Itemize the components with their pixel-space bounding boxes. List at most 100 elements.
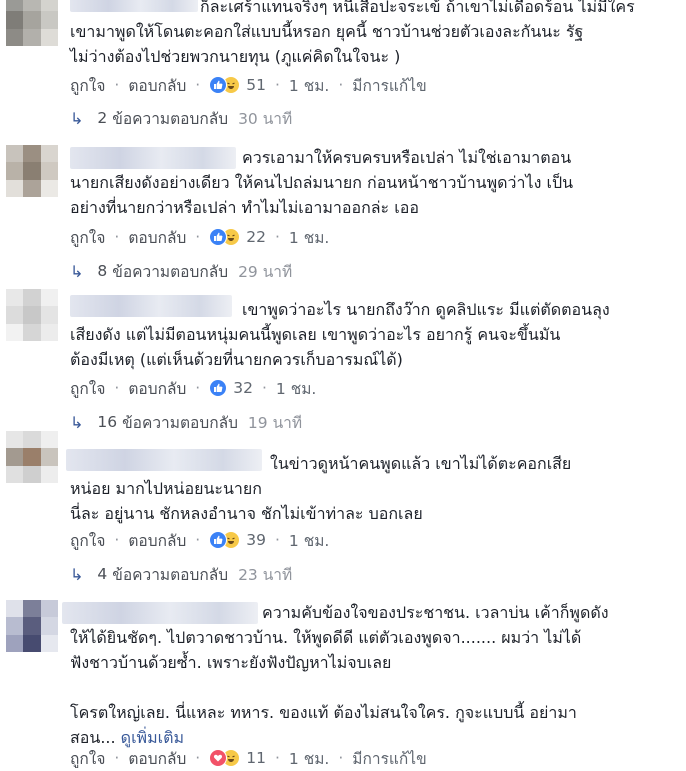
avatar-pixel (40, 11, 58, 29)
reactions[interactable] (209, 379, 228, 397)
comment-text: ความคับข้องใจของประชาชน. เวลาบ่น เค้าก็พ… (70, 600, 660, 750)
separator: · (195, 749, 201, 767)
avatar-pixel (23, 465, 41, 483)
view-replies[interactable]: ↳ 4 ข้อความตอบกลับ 23 นาที (70, 562, 292, 586)
reaction-count[interactable]: 39 (246, 531, 266, 549)
separator: · (195, 531, 201, 549)
avatar[interactable] (6, 431, 58, 483)
timestamp[interactable]: 1 ชม. (289, 225, 329, 250)
avatar-pixel (40, 323, 58, 341)
replies-label: ข้อความตอบกลับ (112, 565, 229, 584)
reactions[interactable] (209, 749, 241, 767)
separator: · (274, 76, 280, 94)
reply-link[interactable]: ตอบกลับ (128, 73, 186, 98)
reply-arrow-icon: ↳ (70, 412, 84, 432)
avatar-pixel (23, 0, 41, 12)
separator: · (114, 749, 120, 767)
reaction-count[interactable]: 32 (233, 379, 253, 397)
avatar-pixel (6, 28, 24, 46)
avatar-pixel (23, 323, 41, 341)
comment-actions: ถูกใจ · ตอบกลับ · 22 · 1 ชม. (70, 225, 329, 249)
like-link[interactable]: ถูกใจ (70, 376, 105, 401)
avatar[interactable] (6, 289, 58, 341)
view-replies[interactable]: ↳ 8 ข้อความตอบกลับ 29 นาที (70, 259, 292, 283)
edited-label[interactable]: มีการแก้ไข (352, 746, 426, 771)
avatar-pixel (40, 179, 58, 197)
reply-time: 23 นาที (238, 565, 293, 584)
avatar[interactable] (6, 145, 58, 197)
avatar[interactable] (6, 0, 58, 46)
edited-label[interactable]: มีการแก้ไข (352, 73, 426, 98)
avatar-pixel (6, 0, 24, 12)
reply-link[interactable]: ตอบกลับ (128, 528, 186, 553)
timestamp[interactable]: 1 ชม. (289, 73, 329, 98)
avatar-pixel (23, 600, 41, 618)
view-replies[interactable]: ↳ 16 ข้อความตอบกลับ 19 นาที (70, 410, 302, 434)
comment-actions: ถูกใจ · ตอบกลับ · 32 · 1 ชม. (70, 376, 316, 400)
like-link[interactable]: ถูกใจ (70, 225, 105, 250)
avatar-pixel (6, 289, 24, 307)
replies-label: ข้อความตอบกลับ (112, 262, 229, 281)
comment-text: เขาพูดว่าอะไร นายกถึงว๊าก ดูคลิปแระ มีแต… (70, 300, 610, 369)
reply-count: 4 (97, 565, 108, 583)
replies-label: ข้อความตอบกลับ (122, 413, 238, 432)
avatar-pixel (23, 617, 41, 635)
reactions[interactable] (209, 76, 241, 94)
view-replies[interactable]: ↳ 2 ข้อความตอบกลับ 30 นาที (70, 106, 292, 130)
reply-link[interactable]: ตอบกลับ (128, 746, 186, 771)
avatar-pixel (40, 600, 58, 618)
avatar-pixel (6, 448, 24, 466)
separator: · (274, 749, 280, 767)
separator: · (274, 531, 280, 549)
reaction-count[interactable]: 11 (246, 749, 266, 767)
avatar[interactable] (6, 600, 58, 652)
reactions[interactable] (209, 228, 241, 246)
avatar-pixel (23, 28, 41, 46)
avatar-pixel (23, 145, 41, 163)
reply-arrow-icon: ↳ (70, 261, 84, 281)
timestamp[interactable]: 1 ชม. (289, 746, 329, 771)
comment-actions: ถูกใจ · ตอบกลับ · 11 · 1 ชม. · มีการแก้ไ… (70, 746, 427, 770)
avatar-pixel (6, 634, 24, 652)
comment-text: ในข่าวดูหน้าคนพูดแล้ว เขาไม่ได้ตะคอกเสีย… (70, 454, 572, 523)
separator: · (114, 228, 120, 246)
timestamp[interactable]: 1 ชม. (276, 376, 316, 401)
see-more-link[interactable]: ดูเพิ่มเติม (121, 728, 184, 747)
avatar-pixel (23, 431, 41, 449)
separator: · (114, 76, 120, 94)
avatar-pixel (6, 323, 24, 341)
avatar-pixel (23, 634, 41, 652)
avatar-pixel (40, 145, 58, 163)
reply-link[interactable]: ตอบกลับ (128, 376, 186, 401)
like-link[interactable]: ถูกใจ (70, 746, 105, 771)
comment-text: ก็ละเศร้าแทนจริงๆ หนีเสือปะจระเข้ ถ้าเขา… (70, 0, 635, 66)
avatar-pixel (23, 448, 41, 466)
reactions[interactable] (209, 531, 241, 549)
avatar-pixel (40, 465, 58, 483)
avatar-pixel (6, 306, 24, 324)
reaction-count[interactable]: 22 (246, 228, 266, 246)
reply-arrow-icon: ↳ (70, 564, 84, 584)
comment-actions: ถูกใจ · ตอบกลับ · 39 · 1 ชม. (70, 528, 329, 552)
avatar-pixel (6, 145, 24, 163)
avatar-pixel (40, 306, 58, 324)
avatar-pixel (6, 162, 24, 180)
like-link[interactable]: ถูกใจ (70, 73, 105, 98)
like-reaction-icon (209, 379, 228, 397)
timestamp[interactable]: 1 ชม. (289, 528, 329, 553)
reaction-count[interactable]: 51 (246, 76, 266, 94)
separator: · (261, 379, 267, 397)
like-link[interactable]: ถูกใจ (70, 528, 105, 553)
avatar-pixel (23, 289, 41, 307)
separator: · (195, 76, 201, 94)
avatar-pixel (6, 179, 24, 197)
separator: · (338, 76, 344, 94)
reply-link[interactable]: ตอบกลับ (128, 225, 186, 250)
avatar-pixel (40, 431, 58, 449)
reply-time: 29 นาที (238, 262, 293, 281)
avatar-pixel (40, 634, 58, 652)
avatar-pixel (40, 0, 58, 12)
avatar-pixel (23, 162, 41, 180)
avatar-pixel (6, 465, 24, 483)
avatar-pixel (6, 11, 24, 29)
